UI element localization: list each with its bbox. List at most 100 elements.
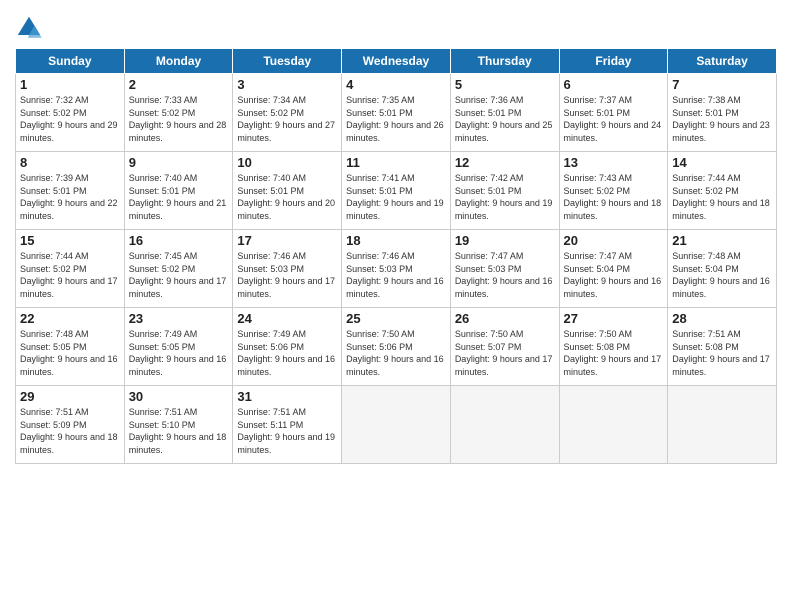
day-info: Sunrise: 7:49 AMSunset: 5:05 PMDaylight:… (129, 329, 227, 377)
day-info: Sunrise: 7:47 AMSunset: 5:04 PMDaylight:… (564, 251, 662, 299)
day-number: 4 (346, 77, 446, 92)
calendar-cell: 24 Sunrise: 7:49 AMSunset: 5:06 PMDaylig… (233, 308, 342, 386)
day-number: 26 (455, 311, 555, 326)
day-info: Sunrise: 7:46 AMSunset: 5:03 PMDaylight:… (346, 251, 444, 299)
calendar-cell: 21 Sunrise: 7:48 AMSunset: 5:04 PMDaylig… (668, 230, 777, 308)
calendar-cell: 3 Sunrise: 7:34 AMSunset: 5:02 PMDayligh… (233, 74, 342, 152)
day-number: 9 (129, 155, 229, 170)
day-number: 16 (129, 233, 229, 248)
calendar-cell: 23 Sunrise: 7:49 AMSunset: 5:05 PMDaylig… (124, 308, 233, 386)
day-info: Sunrise: 7:38 AMSunset: 5:01 PMDaylight:… (672, 95, 770, 143)
calendar-cell: 7 Sunrise: 7:38 AMSunset: 5:01 PMDayligh… (668, 74, 777, 152)
weekday-header-cell: Sunday (16, 49, 125, 74)
calendar-cell: 13 Sunrise: 7:43 AMSunset: 5:02 PMDaylig… (559, 152, 668, 230)
day-info: Sunrise: 7:33 AMSunset: 5:02 PMDaylight:… (129, 95, 227, 143)
calendar-cell: 5 Sunrise: 7:36 AMSunset: 5:01 PMDayligh… (450, 74, 559, 152)
calendar-cell: 19 Sunrise: 7:47 AMSunset: 5:03 PMDaylig… (450, 230, 559, 308)
day-info: Sunrise: 7:44 AMSunset: 5:02 PMDaylight:… (672, 173, 770, 221)
calendar-cell (342, 386, 451, 464)
logo-icon (15, 14, 43, 42)
calendar-cell: 14 Sunrise: 7:44 AMSunset: 5:02 PMDaylig… (668, 152, 777, 230)
weekday-header-cell: Saturday (668, 49, 777, 74)
weekday-header-cell: Monday (124, 49, 233, 74)
calendar-cell (450, 386, 559, 464)
day-number: 27 (564, 311, 664, 326)
day-number: 20 (564, 233, 664, 248)
day-info: Sunrise: 7:36 AMSunset: 5:01 PMDaylight:… (455, 95, 553, 143)
calendar-cell: 6 Sunrise: 7:37 AMSunset: 5:01 PMDayligh… (559, 74, 668, 152)
calendar-week-row: 22 Sunrise: 7:48 AMSunset: 5:05 PMDaylig… (16, 308, 777, 386)
logo (15, 14, 45, 42)
calendar-cell: 17 Sunrise: 7:46 AMSunset: 5:03 PMDaylig… (233, 230, 342, 308)
calendar-cell: 9 Sunrise: 7:40 AMSunset: 5:01 PMDayligh… (124, 152, 233, 230)
day-info: Sunrise: 7:50 AMSunset: 5:08 PMDaylight:… (564, 329, 662, 377)
day-number: 2 (129, 77, 229, 92)
day-info: Sunrise: 7:46 AMSunset: 5:03 PMDaylight:… (237, 251, 335, 299)
weekday-header-row: SundayMondayTuesdayWednesdayThursdayFrid… (16, 49, 777, 74)
day-info: Sunrise: 7:45 AMSunset: 5:02 PMDaylight:… (129, 251, 227, 299)
day-number: 29 (20, 389, 120, 404)
day-number: 21 (672, 233, 772, 248)
calendar-cell: 22 Sunrise: 7:48 AMSunset: 5:05 PMDaylig… (16, 308, 125, 386)
day-info: Sunrise: 7:47 AMSunset: 5:03 PMDaylight:… (455, 251, 553, 299)
calendar-cell: 27 Sunrise: 7:50 AMSunset: 5:08 PMDaylig… (559, 308, 668, 386)
day-info: Sunrise: 7:50 AMSunset: 5:06 PMDaylight:… (346, 329, 444, 377)
calendar-table: SundayMondayTuesdayWednesdayThursdayFrid… (15, 48, 777, 464)
calendar-cell: 29 Sunrise: 7:51 AMSunset: 5:09 PMDaylig… (16, 386, 125, 464)
day-info: Sunrise: 7:41 AMSunset: 5:01 PMDaylight:… (346, 173, 444, 221)
calendar-cell: 18 Sunrise: 7:46 AMSunset: 5:03 PMDaylig… (342, 230, 451, 308)
day-number: 3 (237, 77, 337, 92)
weekday-header-cell: Friday (559, 49, 668, 74)
day-info: Sunrise: 7:50 AMSunset: 5:07 PMDaylight:… (455, 329, 553, 377)
calendar-week-row: 8 Sunrise: 7:39 AMSunset: 5:01 PMDayligh… (16, 152, 777, 230)
day-info: Sunrise: 7:40 AMSunset: 5:01 PMDaylight:… (237, 173, 335, 221)
day-number: 13 (564, 155, 664, 170)
day-number: 1 (20, 77, 120, 92)
day-number: 8 (20, 155, 120, 170)
day-number: 12 (455, 155, 555, 170)
calendar-cell (559, 386, 668, 464)
day-number: 7 (672, 77, 772, 92)
calendar-cell: 12 Sunrise: 7:42 AMSunset: 5:01 PMDaylig… (450, 152, 559, 230)
day-info: Sunrise: 7:51 AMSunset: 5:10 PMDaylight:… (129, 407, 227, 455)
calendar-body: 1 Sunrise: 7:32 AMSunset: 5:02 PMDayligh… (16, 74, 777, 464)
weekday-header-cell: Wednesday (342, 49, 451, 74)
day-info: Sunrise: 7:35 AMSunset: 5:01 PMDaylight:… (346, 95, 444, 143)
day-number: 30 (129, 389, 229, 404)
day-info: Sunrise: 7:51 AMSunset: 5:11 PMDaylight:… (237, 407, 335, 455)
day-number: 23 (129, 311, 229, 326)
day-number: 28 (672, 311, 772, 326)
calendar-cell: 26 Sunrise: 7:50 AMSunset: 5:07 PMDaylig… (450, 308, 559, 386)
calendar-cell: 30 Sunrise: 7:51 AMSunset: 5:10 PMDaylig… (124, 386, 233, 464)
day-info: Sunrise: 7:49 AMSunset: 5:06 PMDaylight:… (237, 329, 335, 377)
day-number: 19 (455, 233, 555, 248)
day-number: 31 (237, 389, 337, 404)
day-number: 25 (346, 311, 446, 326)
day-info: Sunrise: 7:51 AMSunset: 5:08 PMDaylight:… (672, 329, 770, 377)
calendar-cell: 4 Sunrise: 7:35 AMSunset: 5:01 PMDayligh… (342, 74, 451, 152)
day-number: 17 (237, 233, 337, 248)
day-number: 14 (672, 155, 772, 170)
calendar-week-row: 29 Sunrise: 7:51 AMSunset: 5:09 PMDaylig… (16, 386, 777, 464)
weekday-header-cell: Thursday (450, 49, 559, 74)
day-info: Sunrise: 7:32 AMSunset: 5:02 PMDaylight:… (20, 95, 118, 143)
calendar-cell: 2 Sunrise: 7:33 AMSunset: 5:02 PMDayligh… (124, 74, 233, 152)
calendar-cell: 20 Sunrise: 7:47 AMSunset: 5:04 PMDaylig… (559, 230, 668, 308)
day-number: 22 (20, 311, 120, 326)
day-info: Sunrise: 7:48 AMSunset: 5:04 PMDaylight:… (672, 251, 770, 299)
day-number: 10 (237, 155, 337, 170)
day-info: Sunrise: 7:44 AMSunset: 5:02 PMDaylight:… (20, 251, 118, 299)
calendar-cell: 28 Sunrise: 7:51 AMSunset: 5:08 PMDaylig… (668, 308, 777, 386)
day-info: Sunrise: 7:43 AMSunset: 5:02 PMDaylight:… (564, 173, 662, 221)
calendar-cell: 1 Sunrise: 7:32 AMSunset: 5:02 PMDayligh… (16, 74, 125, 152)
calendar-cell: 15 Sunrise: 7:44 AMSunset: 5:02 PMDaylig… (16, 230, 125, 308)
day-info: Sunrise: 7:34 AMSunset: 5:02 PMDaylight:… (237, 95, 335, 143)
weekday-header-cell: Tuesday (233, 49, 342, 74)
day-number: 18 (346, 233, 446, 248)
calendar-cell: 8 Sunrise: 7:39 AMSunset: 5:01 PMDayligh… (16, 152, 125, 230)
day-number: 6 (564, 77, 664, 92)
calendar-cell: 31 Sunrise: 7:51 AMSunset: 5:11 PMDaylig… (233, 386, 342, 464)
day-info: Sunrise: 7:37 AMSunset: 5:01 PMDaylight:… (564, 95, 662, 143)
day-info: Sunrise: 7:48 AMSunset: 5:05 PMDaylight:… (20, 329, 118, 377)
calendar-cell: 16 Sunrise: 7:45 AMSunset: 5:02 PMDaylig… (124, 230, 233, 308)
